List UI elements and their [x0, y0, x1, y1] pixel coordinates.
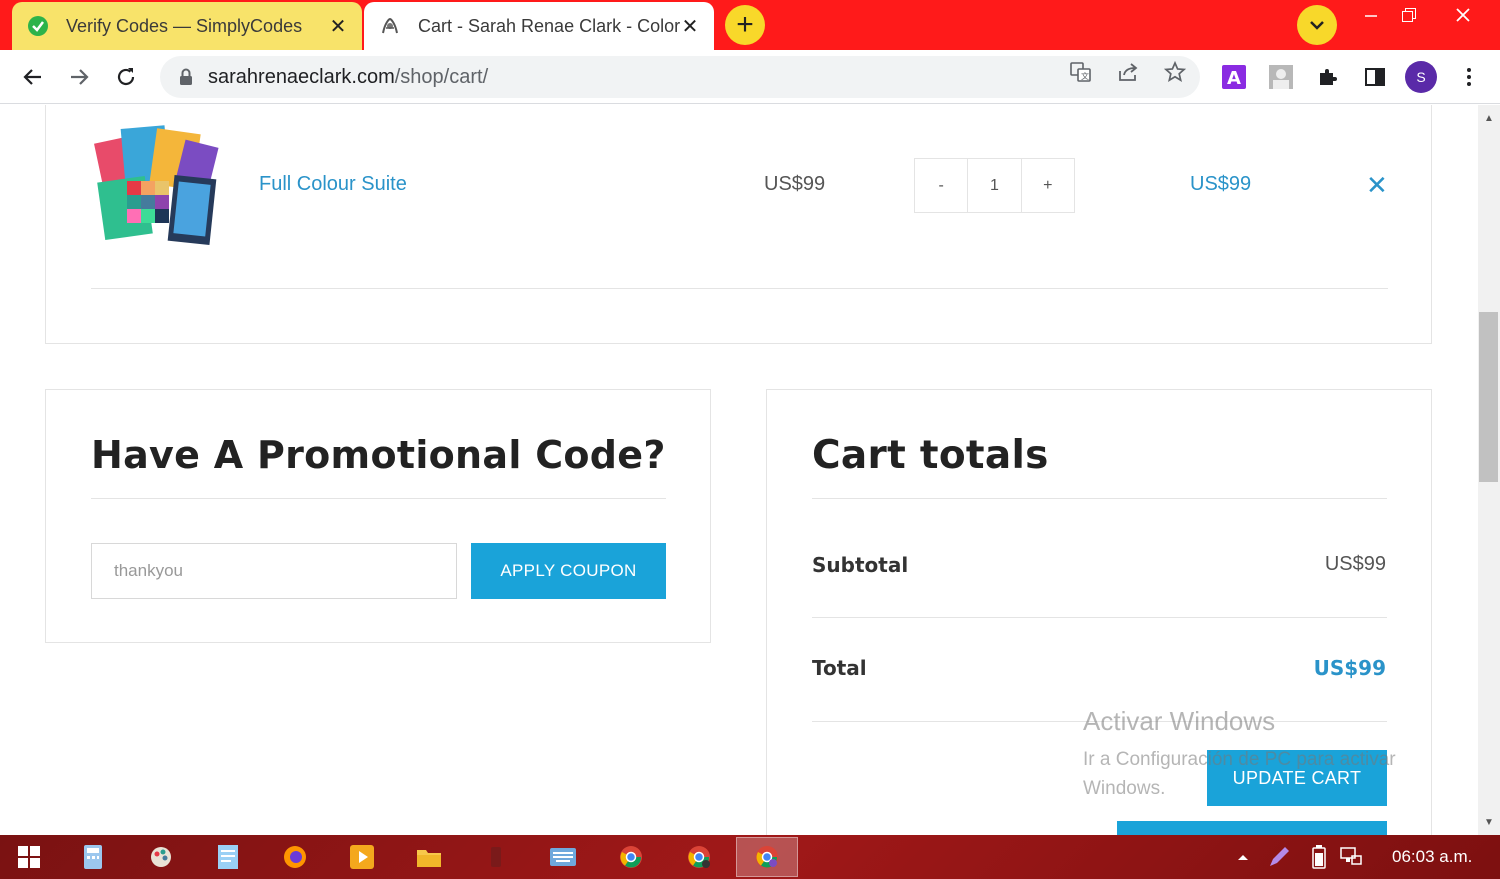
arrow-left-icon [23, 69, 41, 85]
promo-code-panel: Have A Promotional Code? thankyou APPLY … [45, 389, 711, 643]
share-icon[interactable] [1116, 60, 1140, 84]
product-name-link[interactable]: Full Colour Suite [259, 173, 407, 196]
extension-avatar-icon[interactable] [1268, 64, 1294, 90]
extensions-puzzle-icon[interactable] [1315, 64, 1341, 90]
paint-icon[interactable] [146, 843, 176, 871]
bookmark-star-icon[interactable] [1163, 60, 1187, 84]
windows-taskbar: 06:03 a.m. [0, 835, 1500, 879]
chrome-icon[interactable] [616, 843, 646, 871]
quantity-decrease-button[interactable]: - [915, 159, 969, 212]
subtotal-value: US$99 [1324, 553, 1386, 575]
scroll-up-icon[interactable]: ▲ [1478, 108, 1500, 128]
media-player-icon[interactable] [347, 843, 377, 871]
scrollbar-thumb[interactable] [1479, 312, 1498, 482]
url-host: sarahrenaeclark.com [208, 65, 395, 88]
forward-button[interactable] [62, 60, 96, 94]
divider [812, 498, 1387, 499]
tab-search-button[interactable] [1297, 5, 1337, 45]
tab-simplycodes[interactable]: Verify Codes — SimplyCodes ✕ [12, 2, 362, 50]
close-tab-icon[interactable]: ✕ [680, 14, 700, 39]
promo-heading: Have A Promotional Code? [91, 433, 666, 477]
extension-a-icon[interactable]: A [1221, 64, 1247, 90]
firefox-icon[interactable] [280, 843, 310, 871]
divider [91, 498, 666, 499]
tab-cart[interactable]: Cart - Sarah Renae Clark - Coloring ✕ [364, 2, 714, 50]
quantity-input[interactable]: 1 [968, 159, 1022, 212]
side-panel-icon[interactable] [1362, 64, 1388, 90]
chrome-profile-icon[interactable] [684, 843, 714, 871]
line-subtotal: US$99 [1190, 173, 1252, 195]
svg-text:文: 文 [1081, 71, 1089, 81]
restore-button[interactable] [1386, 0, 1432, 30]
notepad-icon[interactable] [213, 843, 243, 871]
coupon-code-input[interactable]: thankyou [91, 543, 457, 599]
file-explorer-icon[interactable] [414, 843, 444, 871]
more-menu-icon[interactable] [1456, 64, 1482, 90]
product-price: US$99 [764, 173, 826, 195]
simplycodes-favicon-icon [26, 14, 50, 38]
chrome-active-icon[interactable] [752, 843, 782, 871]
pen-icon[interactable] [1264, 843, 1294, 871]
close-window-button[interactable] [1440, 0, 1486, 30]
close-icon [1456, 8, 1470, 22]
cart-table: Full Colour Suite US$99 - 1 + US$99 ✕ [45, 105, 1432, 344]
remove-item-icon[interactable]: ✕ [1366, 172, 1388, 198]
chevron-down-icon [1310, 21, 1324, 30]
translate-icon[interactable]: 文 [1069, 60, 1093, 84]
quantity-increase-button[interactable]: + [1022, 159, 1074, 212]
arrow-right-icon [71, 69, 89, 85]
total-label: Total [812, 656, 867, 680]
network-icon[interactable] [1336, 843, 1366, 871]
close-tab-icon[interactable]: ✕ [328, 14, 348, 39]
divider [812, 617, 1387, 618]
new-tab-button[interactable]: + [725, 5, 765, 45]
url-text: sarahrenaeclark.com/shop/cart/ [208, 66, 488, 89]
svg-text:A: A [1227, 68, 1241, 89]
row-divider [91, 288, 1388, 289]
sarah-renae-clark-favicon-icon [378, 14, 402, 38]
on-screen-keyboard-icon[interactable] [548, 843, 578, 871]
app-icon[interactable] [481, 843, 511, 871]
profile-avatar[interactable]: S [1405, 61, 1437, 93]
show-hidden-icons-icon[interactable] [1228, 843, 1258, 871]
scroll-down-icon[interactable]: ▼ [1478, 812, 1500, 832]
windows-start-icon[interactable] [14, 843, 44, 871]
url-path: /shop/cart/ [394, 65, 489, 88]
calculator-icon[interactable] [78, 843, 108, 871]
tab-label: Cart - Sarah Renae Clark - Coloring [418, 15, 680, 36]
lock-icon[interactable] [176, 68, 196, 86]
windows-activation-watermark: Activar Windows Ir a Configuración de PC… [1083, 706, 1463, 803]
address-bar[interactable]: sarahrenaeclark.com/shop/cart/ [160, 56, 1200, 98]
product-thumbnail[interactable] [91, 121, 221, 251]
apply-coupon-button[interactable]: APPLY COUPON [471, 543, 666, 599]
reload-button[interactable] [109, 60, 143, 94]
subtotal-label: Subtotal [812, 553, 909, 577]
watermark-title: Activar Windows [1083, 706, 1276, 736]
restore-icon [1402, 8, 1416, 22]
quantity-stepper: - 1 + [914, 158, 1075, 213]
browser-toolbar: sarahrenaeclark.com/shop/cart/ 文 A S [0, 50, 1500, 104]
checkout-button[interactable] [1117, 821, 1387, 835]
taskbar-clock[interactable]: 06:03 a.m. [1392, 847, 1472, 867]
tab-label: Verify Codes — SimplyCodes [66, 15, 303, 36]
reload-icon [117, 68, 135, 86]
watermark-subtitle: Ir a Configuración de PC para activar Wi… [1083, 749, 1396, 799]
battery-icon[interactable] [1304, 843, 1334, 871]
minimize-icon [1365, 15, 1377, 17]
total-value: US$99 [1313, 656, 1386, 680]
browser-title-bar: Verify Codes — SimplyCodes ✕ Cart - Sara… [0, 0, 1500, 50]
back-button[interactable] [16, 60, 50, 94]
cart-totals-heading: Cart totals [812, 433, 1049, 478]
